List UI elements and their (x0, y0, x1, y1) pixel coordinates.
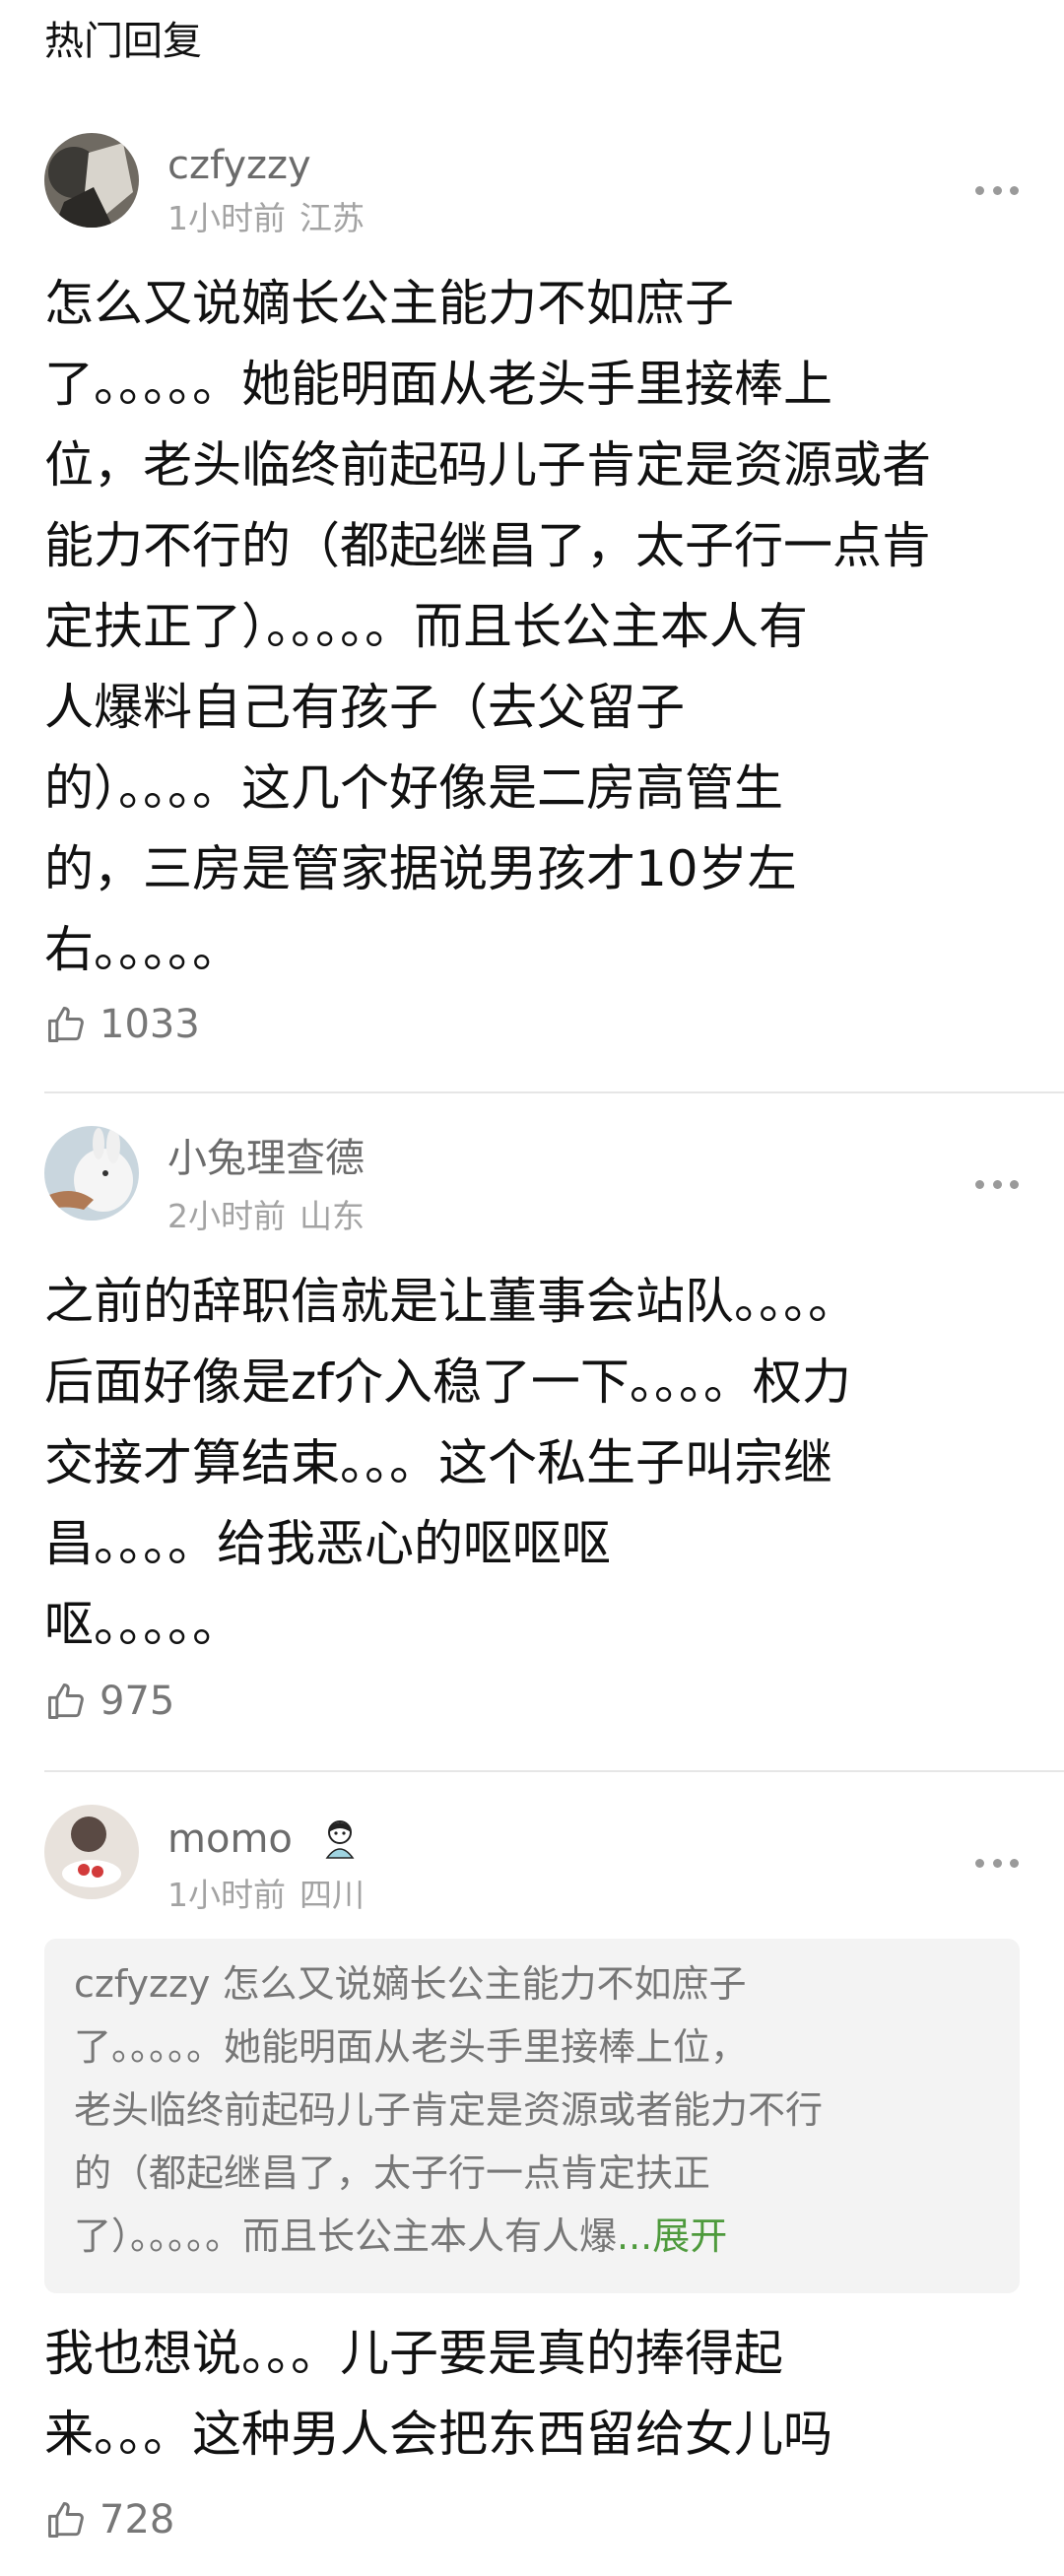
comment-meta: 2小时前 山东 (167, 1195, 378, 1238)
comment-text: 之前的辞职信就是让董事会站队。。。。 后面好像是zf介入稳了一下。。。。权力 交… (44, 1273, 857, 1653)
quoted-text: czfyzzy 怎么又说嫡长公主能力不如庶子 了。。。。。她能明面从老头手里接棒… (74, 1962, 824, 2258)
divider (44, 1770, 1064, 1772)
more-dots-icon[interactable] (975, 1857, 1019, 1869)
thumbs-up-icon (48, 1684, 84, 1719)
comment-location: 四川 (299, 1876, 365, 1914)
comment-text: 怎么又说嫡长公主能力不如庶子 了。。。。。她能明面从老头手里接棒上 位，老头临终… (44, 275, 931, 978)
username[interactable]: 小兔理查德 (167, 1134, 365, 1183)
like-count: 728 (100, 2497, 175, 2543)
section-title: 热门回复 (44, 19, 202, 64)
comment-location: 山东 (299, 1197, 365, 1235)
like-count: 1033 (100, 1002, 200, 1047)
like-button[interactable]: 975 (44, 1672, 174, 1731)
comment-time: 1小时前 (167, 1876, 286, 1914)
quoted-comment[interactable]: czfyzzy 怎么又说嫡长公主能力不如庶子 了。。。。。她能明面从老头手里接棒… (44, 1939, 1020, 2293)
avatar[interactable] (44, 1126, 139, 1221)
more-dots-icon[interactable] (975, 1178, 1019, 1190)
divider (44, 1091, 1064, 1093)
comment-time: 2小时前 (167, 1197, 286, 1235)
comment-meta: 1小时前 江苏 (167, 197, 378, 240)
comment-location: 江苏 (299, 199, 365, 237)
expand-link[interactable]: ...展开 (617, 2214, 727, 2258)
quoted-author: czfyzzy (74, 1962, 211, 2006)
more-dots-icon[interactable] (975, 184, 1019, 196)
avatar-badge-icon (325, 1820, 355, 1859)
comment-text: 我也想说。。。儿子要是真的捧得起 来。。。这种男人会把东西留给女儿吗 (44, 2325, 832, 2463)
username[interactable]: momo (167, 1815, 293, 1864)
like-count: 975 (100, 1679, 175, 1724)
comment-meta: 1小时前 四川 (167, 1874, 378, 1917)
avatar[interactable] (44, 1805, 139, 1899)
thumbs-up-icon (48, 1007, 84, 1042)
like-button[interactable]: 1033 (44, 995, 200, 1054)
avatar[interactable] (44, 133, 139, 228)
username[interactable]: czfyzzy (167, 141, 311, 190)
thumbs-up-icon (48, 2502, 84, 2538)
like-button[interactable]: 728 (44, 2490, 174, 2549)
comment-time: 1小时前 (167, 199, 286, 237)
